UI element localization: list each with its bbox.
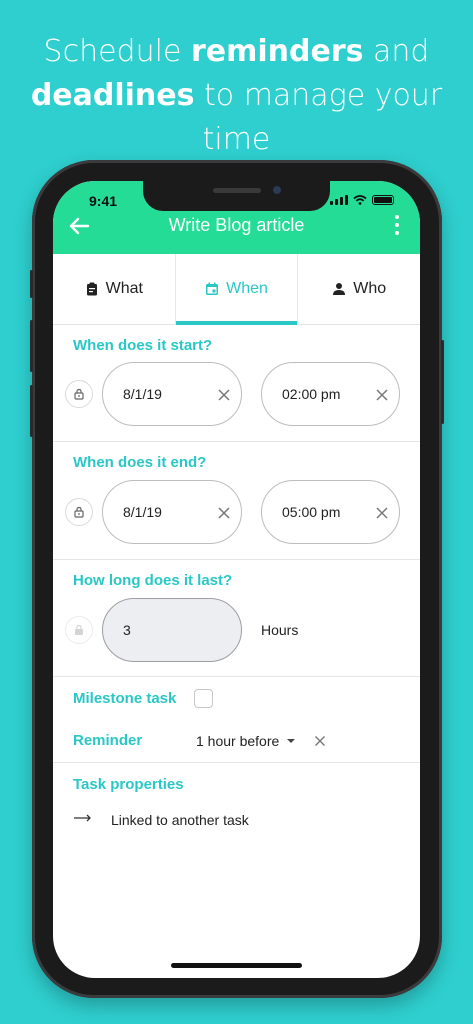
clear-start-date-icon[interactable] — [217, 388, 231, 402]
clipboard-icon — [86, 282, 97, 296]
reminder-dropdown[interactable]: 1 hour before — [196, 733, 296, 749]
duration-unit: Hours — [261, 622, 299, 638]
tab-when[interactable]: When — [175, 254, 299, 325]
arrow-right-icon — [74, 814, 91, 822]
clear-end-time-icon[interactable] — [375, 506, 389, 520]
notch — [143, 181, 330, 211]
headline-line-2: deadlines to manage your time — [30, 78, 443, 157]
status-time: 9:41 — [89, 193, 118, 209]
start-date-field[interactable]: 8/1/19 — [102, 362, 242, 426]
clear-reminder-icon[interactable] — [314, 735, 326, 747]
start-lock-icon[interactable] — [65, 380, 93, 408]
milestone-checkbox[interactable] — [194, 689, 213, 708]
start-date-value: 8/1/19 — [123, 386, 162, 402]
page-title: Write Blog article — [168, 215, 305, 235]
headline-line-1: Schedule reminders and — [43, 34, 430, 69]
more-options-icon[interactable] — [394, 215, 400, 235]
tab-what[interactable]: What — [53, 254, 176, 324]
phone-side-button — [30, 270, 33, 298]
start-time-value: 02:00 pm — [282, 386, 341, 402]
duration-input[interactable]: 3 — [102, 598, 242, 662]
app-bar: 9:41 Write Blog article — [53, 181, 420, 254]
signal-icon — [330, 195, 348, 205]
divider — [53, 676, 420, 677]
phone-volume-down-button — [30, 385, 33, 437]
person-icon — [333, 283, 346, 295]
divider — [53, 559, 420, 560]
end-time-value: 05:00 pm — [282, 504, 341, 520]
divider — [53, 441, 420, 442]
tab-bar: What When Who — [53, 254, 420, 325]
duration-section-label: How long does it last? — [73, 572, 233, 589]
duration-lock-icon[interactable] — [65, 616, 93, 644]
tab-who-label: Who — [353, 280, 387, 297]
end-lock-icon[interactable] — [65, 498, 93, 526]
home-indicator — [171, 963, 302, 968]
calendar-icon — [206, 282, 219, 295]
linked-task-link[interactable]: Linked to another task — [111, 812, 249, 828]
start-time-field[interactable]: 02:00 pm — [261, 362, 400, 426]
divider — [53, 762, 420, 763]
tab-what-label: What — [105, 280, 143, 297]
speaker — [213, 188, 261, 193]
status-icons — [330, 195, 394, 205]
end-time-field[interactable]: 05:00 pm — [261, 480, 400, 544]
phone-power-button — [441, 340, 444, 424]
camera — [273, 186, 281, 194]
clear-start-time-icon[interactable] — [375, 388, 389, 402]
tab-when-label: When — [226, 280, 268, 297]
battery-icon — [372, 195, 394, 205]
end-date-value: 8/1/19 — [123, 504, 162, 520]
task-properties-label: Task properties — [73, 776, 184, 793]
reminder-value: 1 hour before — [196, 733, 280, 749]
marketing-headline: Schedule reminders and deadlines to mana… — [0, 30, 473, 162]
caret-down-icon — [287, 739, 296, 743]
app-screen: 9:41 Write Blog article What When Who Wh… — [53, 181, 420, 978]
duration-value: 3 — [123, 622, 131, 638]
phone-volume-up-button — [30, 320, 33, 372]
tab-who[interactable]: Who — [298, 254, 420, 324]
end-date-field[interactable]: 8/1/19 — [102, 480, 242, 544]
start-section-label: When does it start? — [73, 337, 213, 354]
end-section-label: When does it end? — [73, 454, 207, 471]
clear-end-date-icon[interactable] — [217, 506, 231, 520]
wifi-icon — [353, 195, 367, 205]
milestone-label: Milestone task — [73, 690, 177, 707]
reminder-label: Reminder — [73, 732, 143, 749]
